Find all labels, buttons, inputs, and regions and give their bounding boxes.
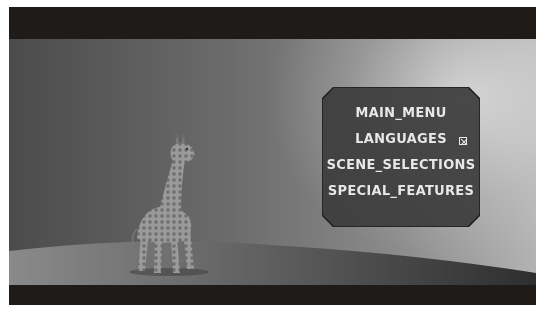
- menu-item-scene-selections[interactable]: SCENE_SELECTIONS: [322, 153, 480, 179]
- checkbox-x-icon: [459, 137, 468, 146]
- background-scene: MAIN_MENU LANGUAGES SCENE_SELECTIONS SPE…: [9, 39, 536, 285]
- menu-item-languages[interactable]: LANGUAGES: [322, 127, 480, 153]
- menu-item-main-menu[interactable]: MAIN_MENU: [322, 101, 480, 127]
- menu-item-special-features[interactable]: SPECIAL_FEATURES: [322, 179, 480, 205]
- menu-list: MAIN_MENU LANGUAGES SCENE_SELECTIONS SPE…: [322, 101, 480, 205]
- dvd-menu-panel: MAIN_MENU LANGUAGES SCENE_SELECTIONS SPE…: [322, 87, 480, 227]
- letterbox-top: [9, 7, 536, 39]
- letterbox-bottom: [9, 285, 536, 305]
- video-frame: MAIN_MENU LANGUAGES SCENE_SELECTIONS SPE…: [9, 7, 536, 305]
